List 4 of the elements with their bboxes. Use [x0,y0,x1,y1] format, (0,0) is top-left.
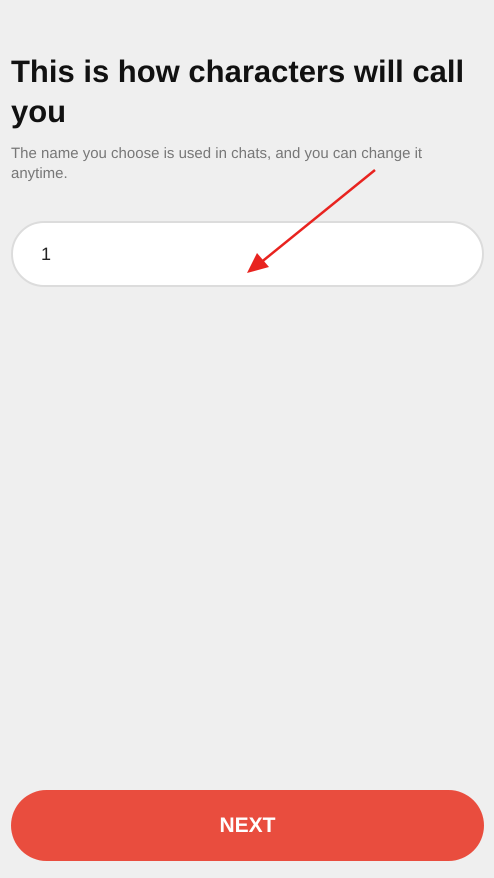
description: The name you choose is used in chats, and you can change it anytime. [11,144,424,184]
name-field[interactable]: 1 [11,221,484,287]
screen-title: This is how characters will call you [11,53,466,131]
next-button[interactable]: NEXT [11,790,484,861]
